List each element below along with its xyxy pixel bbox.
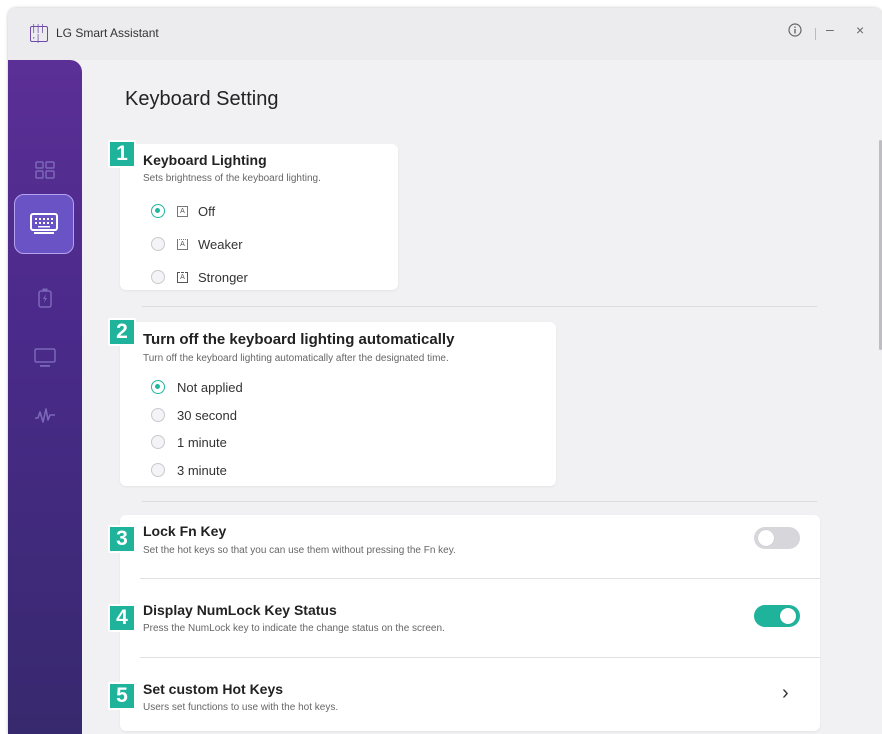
- row-divider: [140, 578, 820, 579]
- numlock-description: Press the NumLock key to indicate the ch…: [143, 623, 445, 634]
- section-badge-2: 2: [108, 318, 136, 346]
- section-badge-1: 1: [108, 140, 136, 168]
- sidebar-item-dashboard[interactable]: [8, 150, 82, 190]
- lock-fn-title: Lock Fn Key: [143, 523, 227, 539]
- sidebar-item-audio[interactable]: [8, 396, 82, 436]
- sidebar-item-display[interactable]: [8, 338, 82, 378]
- lighting-option-weaker[interactable]: A Weaker: [151, 234, 243, 254]
- section-badge-4: 4: [108, 604, 136, 632]
- minimize-button[interactable]: –: [826, 21, 834, 37]
- chevron-right-icon[interactable]: ›: [782, 682, 789, 705]
- radio-button[interactable]: [151, 408, 165, 422]
- sidebar: [8, 60, 82, 734]
- lock-fn-description: Set the hot keys so that you can use the…: [143, 545, 456, 556]
- lighting-option-stronger[interactable]: A Stronger: [151, 267, 248, 287]
- option-label: 3 minute: [177, 462, 227, 478]
- dashboard-icon: [35, 161, 55, 179]
- auto-off-option-not-applied[interactable]: Not applied: [151, 377, 243, 397]
- light-weak-icon: A: [177, 238, 188, 250]
- numlock-title: Display NumLock Key Status: [143, 602, 337, 618]
- section-badge-3: 3: [108, 525, 136, 553]
- numlock-toggle[interactable]: [754, 605, 800, 627]
- title-bar: |||·| LG Smart Assistant – ×: [8, 8, 882, 60]
- lock-fn-toggle[interactable]: [754, 527, 800, 549]
- lighting-option-off[interactable]: A Off: [151, 201, 215, 221]
- option-label: Weaker: [198, 236, 243, 252]
- section-divider: [142, 501, 817, 502]
- titlebar-divider: [815, 28, 816, 40]
- sidebar-item-battery[interactable]: [8, 278, 82, 318]
- auto-off-title: Turn off the keyboard lighting automatic…: [143, 331, 455, 348]
- monitor-icon: [34, 348, 56, 367]
- radio-button[interactable]: [151, 237, 165, 251]
- row-divider: [140, 657, 820, 658]
- radio-button[interactable]: [151, 204, 165, 218]
- auto-off-option-30-second[interactable]: 30 second: [151, 405, 237, 425]
- battery-icon: [38, 288, 52, 308]
- radio-button[interactable]: [151, 435, 165, 449]
- option-label: 1 minute: [177, 434, 227, 450]
- auto-off-option-1-minute[interactable]: 1 minute: [151, 432, 227, 452]
- radio-button[interactable]: [151, 270, 165, 284]
- option-label: Stronger: [198, 269, 248, 285]
- option-label: Not applied: [177, 379, 243, 395]
- page-title: Keyboard Setting: [125, 88, 279, 110]
- hotkeys-title: Set custom Hot Keys: [143, 681, 284, 697]
- section-badge-5: 5: [108, 682, 136, 710]
- keyboard-icon: [30, 213, 58, 234]
- option-label: 30 second: [177, 407, 237, 423]
- auto-off-option-3-minute[interactable]: 3 minute: [151, 460, 227, 480]
- app-title: LG Smart Assistant: [56, 26, 159, 40]
- main-content: Keyboard Setting 1 Keyboard Lighting Set…: [82, 60, 882, 734]
- keyboard-lighting-title: Keyboard Lighting: [143, 152, 267, 168]
- keyboard-lighting-description: Sets brightness of the keyboard lighting…: [143, 173, 321, 184]
- app-window: |||·| LG Smart Assistant – × Keyboard Se…: [8, 8, 882, 734]
- info-icon[interactable]: [788, 23, 802, 40]
- app-logo-icon: |||·|: [30, 24, 48, 44]
- light-off-icon: A: [177, 205, 188, 217]
- section-divider: [142, 306, 817, 307]
- radio-button[interactable]: [151, 463, 165, 477]
- option-label: Off: [198, 203, 216, 219]
- audio-icon: [35, 408, 55, 423]
- toggle-knob: [780, 608, 796, 624]
- hotkeys-description: Users set functions to use with the hot …: [143, 702, 339, 713]
- sidebar-item-keyboard[interactable]: [14, 194, 74, 254]
- radio-button[interactable]: [151, 380, 165, 394]
- auto-off-description: Turn off the keyboard lighting automatic…: [143, 353, 449, 364]
- toggle-knob: [758, 530, 774, 546]
- light-strong-icon: A: [177, 271, 188, 283]
- close-button[interactable]: ×: [856, 22, 864, 38]
